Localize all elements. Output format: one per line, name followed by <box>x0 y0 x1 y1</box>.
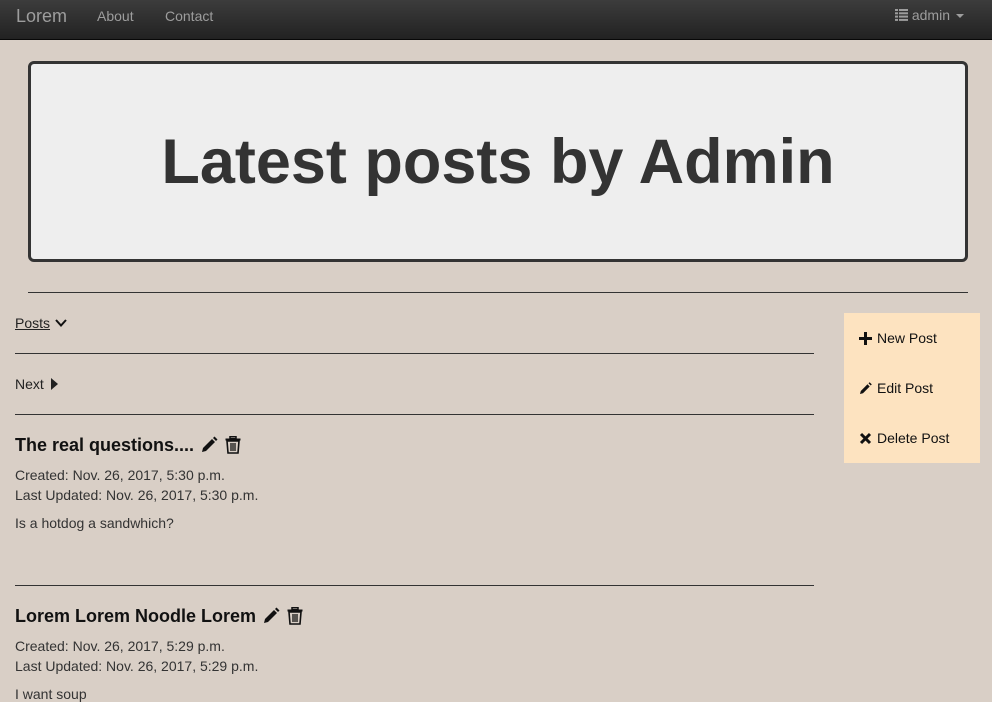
post-updated: Last Updated: Nov. 26, 2017, 5:29 p.m. <box>15 658 259 674</box>
pencil-icon <box>860 381 872 394</box>
next-label: Next <box>15 376 44 392</box>
caret-down-icon <box>956 14 964 18</box>
triangle-right-icon <box>50 378 58 390</box>
post-created: Created: Nov. 26, 2017, 5:29 p.m. <box>15 638 225 654</box>
divider <box>15 585 814 586</box>
post-title-row: Lorem Lorem Noodle Lorem <box>15 605 814 627</box>
post-body: I want soup <box>15 686 87 702</box>
brand-link[interactable]: Lorem <box>16 6 67 27</box>
user-name: admin <box>911 7 950 23</box>
post-title[interactable]: The real questions.... <box>15 435 194 456</box>
post-item: Lorem Lorem Noodle Lorem Created: Nov. 2… <box>15 605 814 702</box>
plus-icon <box>859 331 872 345</box>
delete-post-button[interactable]: Delete Post <box>859 430 949 446</box>
nav-about-link[interactable]: About <box>97 8 134 24</box>
list-icon <box>894 9 908 21</box>
user-dropdown[interactable]: admin <box>894 7 964 23</box>
post-updated: Last Updated: Nov. 26, 2017, 5:30 p.m. <box>15 487 259 503</box>
post-body: Is a hotdog a sandwhich? <box>15 515 174 531</box>
pencil-icon[interactable] <box>200 436 218 454</box>
nav-contact-link[interactable]: Contact <box>165 8 213 24</box>
navbar: Lorem About Contact admin <box>0 0 992 40</box>
delete-post-label: Delete Post <box>877 430 950 446</box>
posts-toggle[interactable]: Posts <box>15 315 67 331</box>
sidebar-actions: New Post Edit Post Delete Post <box>844 313 980 463</box>
x-icon <box>859 432 872 444</box>
pencil-icon[interactable] <box>262 607 280 625</box>
chevron-down-icon <box>55 319 67 327</box>
divider <box>28 292 968 293</box>
new-post-label: New Post <box>877 330 937 346</box>
jumbotron: Latest posts by Admin <box>28 61 968 262</box>
post-item: The real questions.... Created: Nov. 26,… <box>15 434 814 532</box>
divider <box>15 414 814 415</box>
edit-post-button[interactable]: Edit Post <box>859 380 933 396</box>
post-title[interactable]: Lorem Lorem Noodle Lorem <box>15 606 256 627</box>
next-link[interactable]: Next <box>15 376 58 392</box>
divider <box>15 353 814 354</box>
trash-icon[interactable] <box>224 436 242 454</box>
new-post-button[interactable]: New Post <box>859 330 937 346</box>
edit-post-label: Edit Post <box>877 380 934 396</box>
posts-toggle-label: Posts <box>15 315 51 331</box>
page-title: Latest posts by Admin <box>161 126 835 197</box>
post-created: Created: Nov. 26, 2017, 5:30 p.m. <box>15 467 225 483</box>
post-title-row: The real questions.... <box>15 434 814 456</box>
trash-icon[interactable] <box>286 607 304 625</box>
